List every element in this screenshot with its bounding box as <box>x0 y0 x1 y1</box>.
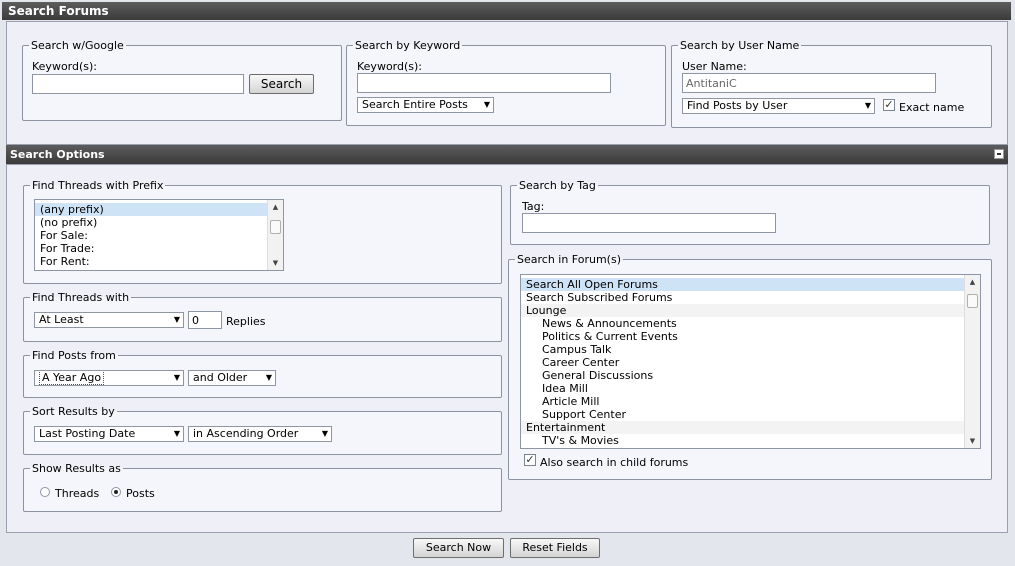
list-item[interactable]: News & Announcements <box>521 317 980 330</box>
google-legend: Search w/Google <box>31 39 124 52</box>
list-item[interactable]: Search All Open Forums <box>521 278 980 291</box>
posts-from-value: A Year Ago <box>39 371 105 385</box>
threads-radio[interactable] <box>40 487 50 497</box>
keyword-scope-value: Search Entire Posts <box>362 98 468 111</box>
google-keyword-input[interactable] <box>32 74 244 94</box>
chevron-down-icon: ▼ <box>864 101 871 110</box>
tag-label: Tag: <box>522 200 545 213</box>
child-forums-checkbox[interactable]: ✓ <box>524 454 536 466</box>
username-label: User Name: <box>682 60 747 73</box>
search-options-title: Search Options <box>10 148 105 161</box>
prefix-legend: Find Threads with Prefix <box>32 179 164 192</box>
threads-radio-label: Threads <box>55 487 100 500</box>
prefix-listbox[interactable]: (any prefix) (no prefix) For Sale: For T… <box>34 199 284 271</box>
reset-fields-button[interactable]: Reset Fields <box>510 538 600 558</box>
sort-legend: Sort Results by <box>32 405 115 418</box>
list-item[interactable]: Campus Talk <box>521 343 980 356</box>
tag-input[interactable] <box>522 213 776 233</box>
list-item[interactable]: TV's & Movies <box>521 434 980 447</box>
posts-radio-label: Posts <box>126 487 155 500</box>
prefix-scrollbar[interactable]: ▲ ▼ <box>267 200 283 270</box>
forums-legend: Search in Forum(s) <box>517 253 622 266</box>
exact-name-checkbox[interactable]: ✓ <box>883 99 895 111</box>
scroll-down-icon[interactable]: ▼ <box>268 257 283 269</box>
list-item[interactable]: (no prefix) <box>35 216 283 229</box>
forums-listbox[interactable]: Search All Open Forums Search Subscribed… <box>520 274 981 449</box>
list-item[interactable]: Article Mill <box>521 395 980 408</box>
show-as-legend: Show Results as <box>32 462 121 475</box>
list-item[interactable]: (any prefix) <box>35 203 283 216</box>
sort-field-value: Last Posting Date <box>39 427 136 440</box>
page-title: Search Forums <box>2 2 1011 20</box>
threads-with-legend: Find Threads with <box>32 291 130 304</box>
sort-order-value: in Ascending Order <box>193 427 299 440</box>
list-item[interactable]: Support Center <box>521 408 980 421</box>
posts-from-legend: Find Posts from <box>32 349 116 362</box>
keyword-input[interactable] <box>357 73 611 93</box>
age-direction-select[interactable]: and Older ▼ <box>188 370 276 386</box>
scroll-thumb[interactable] <box>270 220 281 234</box>
sort-order-select[interactable]: in Ascending Order ▼ <box>188 426 332 442</box>
replies-label: Replies <box>226 315 266 328</box>
scroll-up-icon[interactable]: ▲ <box>268 201 283 213</box>
chevron-down-icon: ▼ <box>483 100 490 109</box>
exact-name-label: Exact name <box>899 101 965 114</box>
scroll-down-icon[interactable]: ▼ <box>965 435 980 447</box>
threads-with-select[interactable]: At Least ▼ <box>34 312 184 328</box>
sort-field-select[interactable]: Last Posting Date ▼ <box>34 426 184 442</box>
search-options-header: Search Options <box>6 145 1008 164</box>
tag-legend: Search by Tag <box>519 179 596 192</box>
chevron-down-icon: ▼ <box>173 315 180 324</box>
list-item[interactable]: Idea Mill <box>521 382 980 395</box>
replies-count-input[interactable] <box>188 311 222 329</box>
collapse-icon[interactable] <box>994 149 1004 159</box>
keyword-legend: Search by Keyword <box>355 39 461 52</box>
username-mode-value: Find Posts by User <box>687 99 788 112</box>
chevron-down-icon: ▼ <box>321 429 328 438</box>
list-item[interactable]: General Discussions <box>521 369 980 382</box>
username-mode-select[interactable]: Find Posts by User ▼ <box>682 98 875 114</box>
username-input[interactable] <box>682 73 936 93</box>
keyword-label: Keyword(s): <box>357 60 423 73</box>
posts-radio[interactable] <box>111 487 121 497</box>
chevron-down-icon: ▼ <box>173 373 180 382</box>
child-forums-label: Also search in child forums <box>540 456 689 469</box>
list-item[interactable]: Politics & Current Events <box>521 330 980 343</box>
username-legend: Search by User Name <box>680 39 800 52</box>
list-item[interactable]: Search Subscribed Forums <box>521 291 980 304</box>
forums-scrollbar[interactable]: ▲ ▼ <box>964 275 980 448</box>
posts-from-select[interactable]: A Year Ago ▼ <box>34 370 184 386</box>
chevron-down-icon: ▼ <box>173 429 180 438</box>
scroll-up-icon[interactable]: ▲ <box>965 276 980 288</box>
chevron-down-icon: ▼ <box>265 373 272 382</box>
age-direction-value: and Older <box>193 371 248 384</box>
search-now-button[interactable]: Search Now <box>413 538 504 558</box>
list-item[interactable]: For Rent: <box>35 255 283 268</box>
keyword-scope-select[interactable]: Search Entire Posts ▼ <box>357 97 494 113</box>
threads-with-value: At Least <box>39 313 84 326</box>
list-item[interactable]: Entertainment <box>521 421 980 434</box>
list-item[interactable]: Lounge <box>521 304 980 317</box>
tag-group: Search by Tag <box>510 179 990 245</box>
google-search-button[interactable]: Search <box>249 74 314 94</box>
list-item[interactable]: For Sale: <box>35 229 283 242</box>
list-item[interactable]: For Trade: <box>35 242 283 255</box>
list-item[interactable]: Career Center <box>521 356 980 369</box>
scroll-thumb[interactable] <box>967 294 978 308</box>
google-keyword-label: Keyword(s): <box>32 60 98 73</box>
